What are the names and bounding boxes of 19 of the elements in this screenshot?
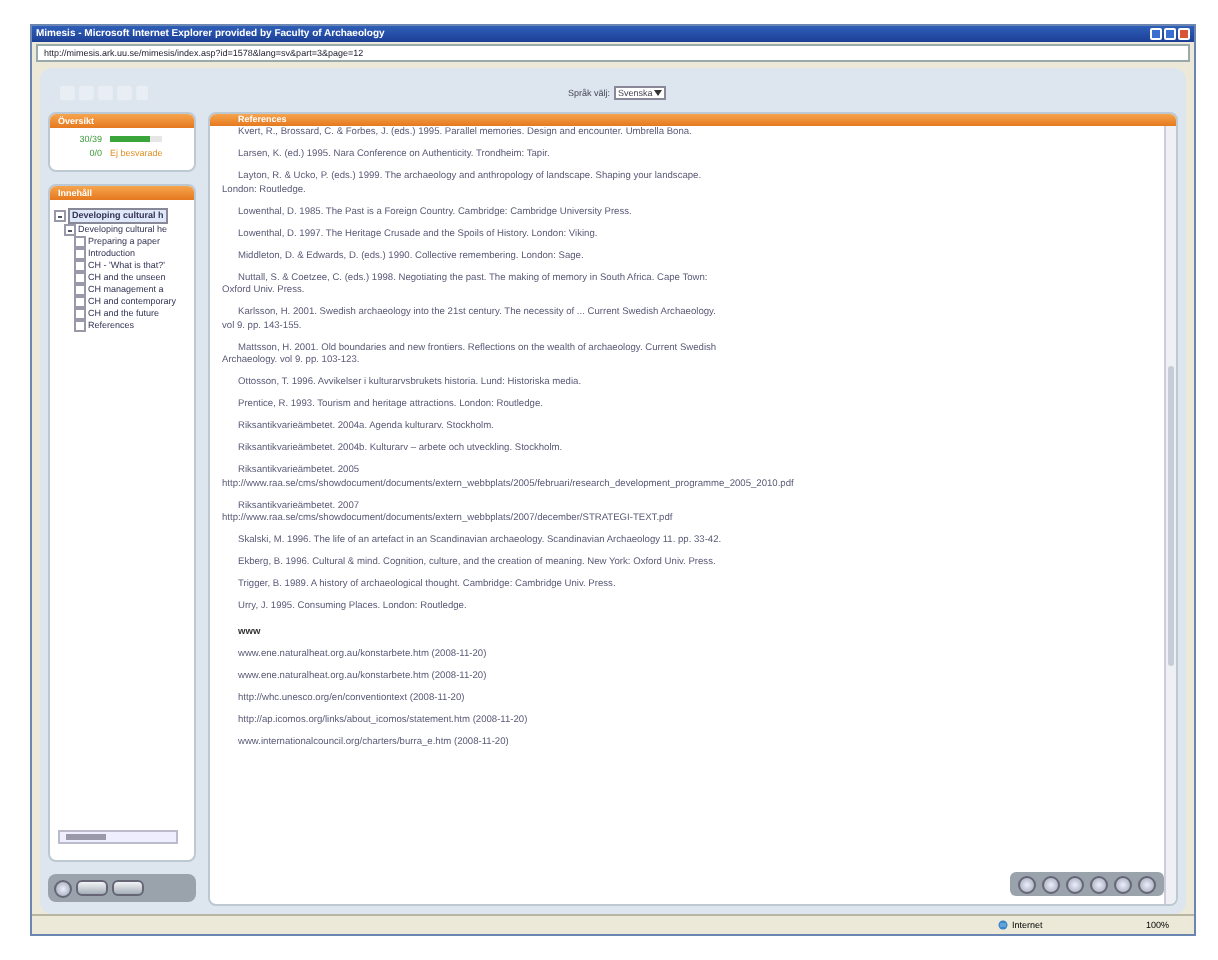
last-page-button[interactable]	[1090, 875, 1108, 893]
progress-bar	[110, 136, 162, 142]
previous-page-button[interactable]	[1042, 875, 1060, 893]
help-button[interactable]	[1138, 875, 1156, 893]
maximize-button[interactable]	[1164, 28, 1176, 40]
print-button[interactable]	[1114, 875, 1132, 893]
horizontal-scrollbar[interactable]	[58, 830, 178, 844]
toolbar-button[interactable]	[112, 880, 144, 896]
first-page-button[interactable]	[1018, 875, 1036, 893]
expand-icon[interactable]	[64, 224, 76, 236]
globe-icon	[998, 920, 1008, 930]
vertical-scrollbar[interactable]	[1164, 126, 1176, 904]
close-button[interactable]	[1178, 28, 1190, 40]
expand-icon[interactable]	[54, 210, 66, 222]
next-page-button[interactable]	[1066, 875, 1084, 893]
back-button[interactable]	[54, 879, 72, 897]
toolbar-button[interactable]	[76, 880, 108, 896]
minimize-button[interactable]	[1150, 28, 1162, 40]
dropdown-arrow-icon[interactable]	[654, 89, 663, 95]
